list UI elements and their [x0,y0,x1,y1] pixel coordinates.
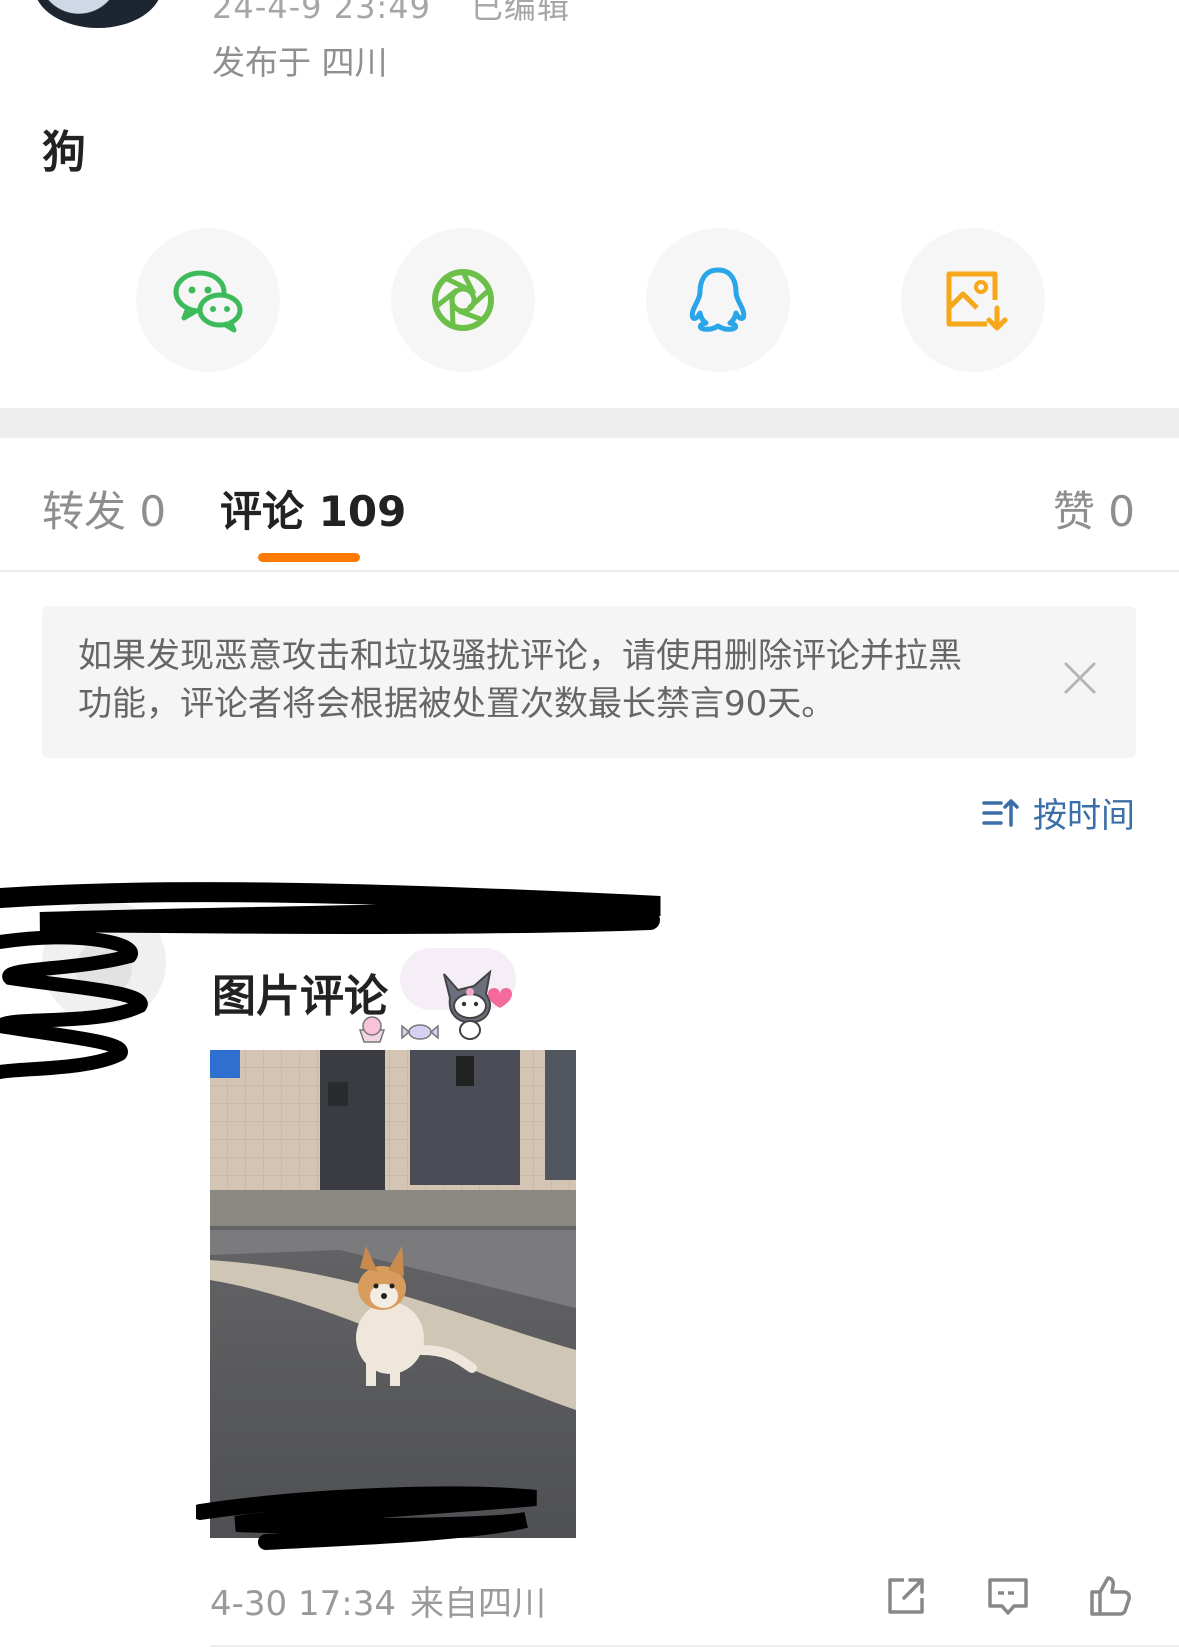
share-out-icon[interactable] [882,1572,930,1620]
comment-meta: 4-30 17:34 来自四川 [210,1576,546,1625]
sort-icon [982,798,1019,827]
share-moments-button[interactable] [391,228,535,372]
post-text: 狗 [42,127,86,178]
post-time: 24-4-9 23:49 [212,0,431,26]
sort-label: 按时间 [1033,796,1135,836]
comment-time: 4-30 17:34 [210,1584,396,1624]
post-location: 发布于 四川 [212,43,388,82]
wechat-icon [173,270,243,333]
notice-text: 如果发现恶意攻击和垃圾骚扰评论，请使用删除评论并拉黑功能，评论者将会根据被处置次… [78,636,962,724]
section-divider [0,408,1179,438]
post-edited: 已编辑 [470,0,570,26]
save-image-icon [946,271,1008,331]
active-tab-indicator [258,553,360,562]
comment-divider [210,1645,1179,1647]
tab-comments[interactable]: 评论 109 [220,478,406,539]
moderation-notice: 如果发现恶意攻击和垃圾骚扰评论，请使用删除评论并拉黑功能，评论者将会根据被处置次… [42,606,1136,758]
like-icon[interactable] [1086,1572,1134,1620]
moments-icon [432,269,494,331]
tabs-divider [0,570,1179,572]
save-image-button[interactable] [901,228,1045,372]
author-avatar[interactable] [34,0,162,28]
share-wechat-button[interactable] [136,228,280,372]
post-meta: 24-4-9 23:49 已编辑 [212,0,570,28]
kuromi-sticker [358,969,512,1043]
redaction-scribble [0,930,148,1079]
comment-photo[interactable] [210,1050,576,1538]
qq-icon [689,267,747,332]
close-icon[interactable] [1058,656,1102,700]
redaction-scribble [196,1486,537,1550]
reply-comment-icon[interactable] [984,1572,1032,1620]
share-qq-button[interactable] [646,228,790,372]
comment-from: 来自四川 [409,1584,546,1624]
tab-likes[interactable]: 赞 0 [1053,478,1135,539]
tab-repost[interactable]: 转发 0 [42,478,166,539]
sort-by-time-button[interactable]: 按时间 [981,788,1135,837]
